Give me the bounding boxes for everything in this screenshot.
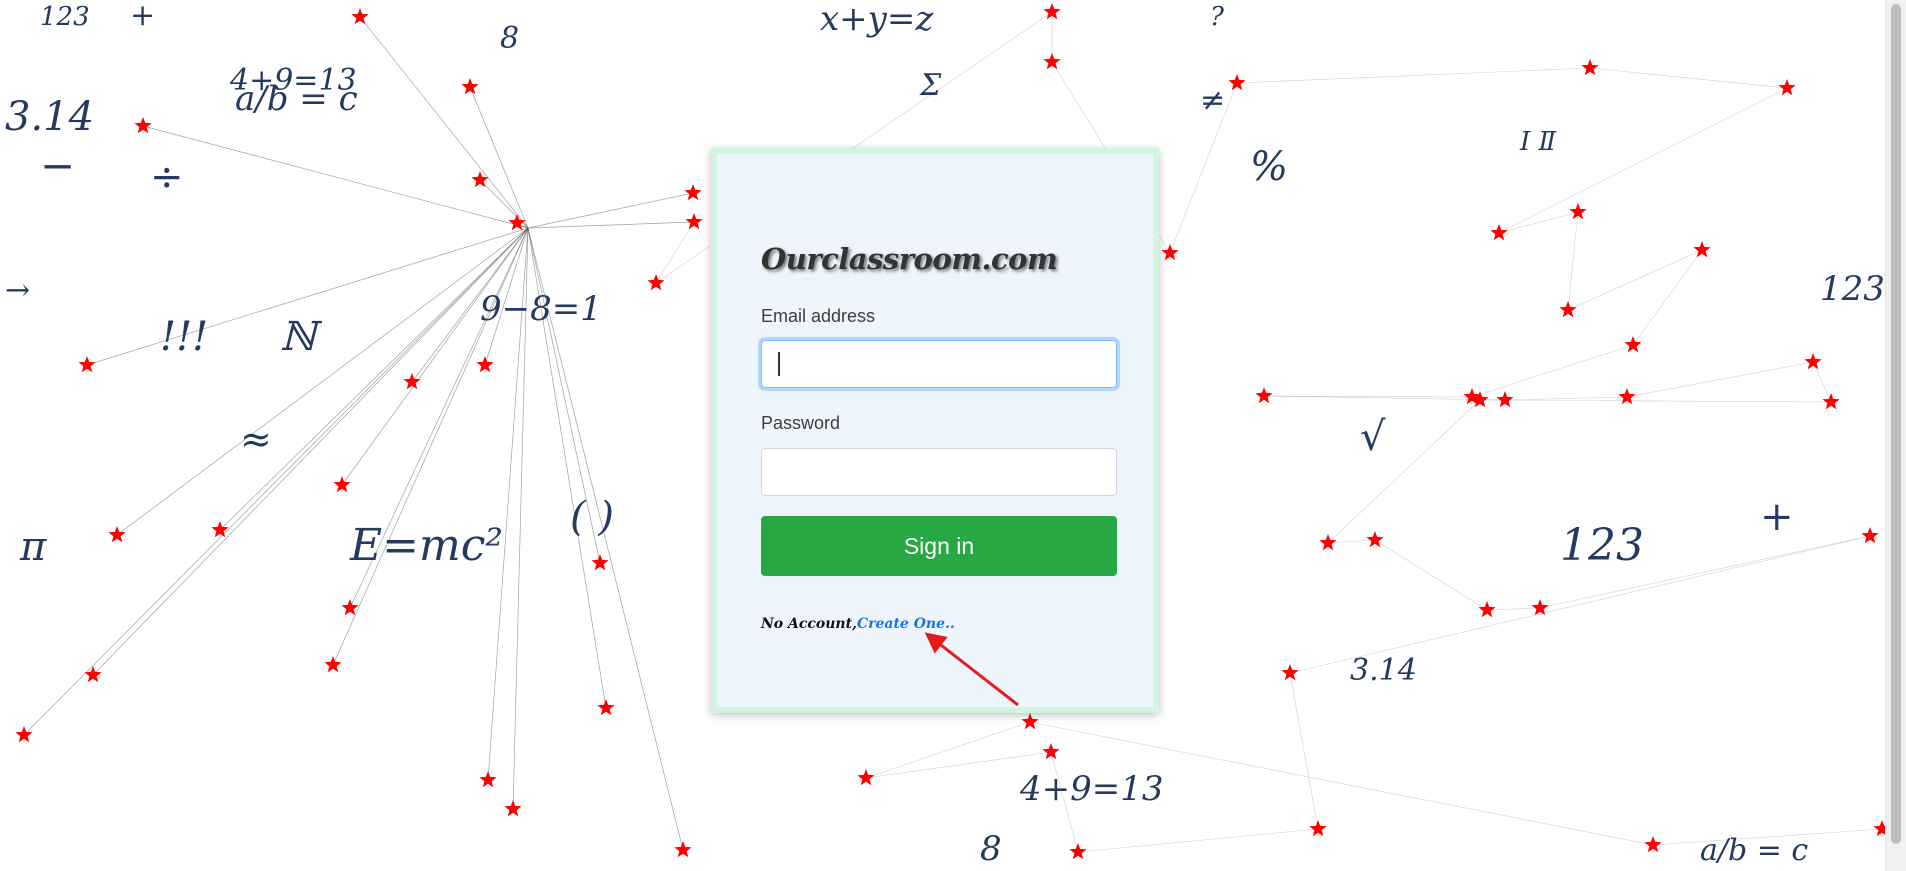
- red-star-icon: [1478, 601, 1496, 618]
- math-doodle: −: [40, 141, 75, 190]
- signup-prompt: No Account,Create One..: [761, 616, 955, 632]
- math-doodle: 3.14: [1350, 653, 1417, 688]
- math-doodle: 9−8=1: [480, 289, 602, 329]
- math-doodle: ÷: [150, 154, 184, 200]
- red-star-icon: [351, 8, 369, 25]
- red-star-icon: [1281, 664, 1299, 681]
- red-star-icon: [1042, 743, 1060, 760]
- math-doodle: 123: [40, 2, 90, 32]
- red-star-icon: [403, 373, 421, 390]
- math-doodle: ?: [1210, 2, 1225, 32]
- red-star-icon: [1822, 393, 1840, 410]
- math-doodle: Σ: [919, 68, 942, 103]
- red-star-icon: [1861, 527, 1879, 544]
- math-doodle: ≠: [1200, 83, 1225, 118]
- math-doodle: !!!: [160, 314, 208, 360]
- math-doodle: ( ): [570, 494, 614, 540]
- red-star-icon: [15, 726, 33, 743]
- red-star-icon: [108, 526, 126, 543]
- math-doodle: 123: [1820, 269, 1885, 309]
- red-star-icon: [1531, 599, 1549, 616]
- red-star-icon: [1309, 820, 1327, 837]
- math-doodle: 4+9=13: [229, 63, 357, 98]
- red-star-icon: [1228, 74, 1246, 91]
- password-label: Password: [761, 413, 841, 433]
- math-doodle: Ⅰ Ⅱ: [1519, 127, 1558, 157]
- red-star-icon: [1569, 203, 1587, 220]
- math-doodle: 123: [1560, 520, 1644, 571]
- red-star-icon: [1559, 301, 1577, 318]
- red-star-icon: [1693, 241, 1711, 258]
- red-star-icon: [333, 476, 351, 493]
- red-star-icon: [476, 356, 494, 373]
- red-star-icon: [211, 521, 229, 538]
- create-account-link[interactable]: Create One..: [857, 616, 955, 632]
- brand-title: Ourclassroom.com: [761, 242, 1058, 276]
- math-doodle: 8: [980, 829, 1002, 869]
- math-doodle: →: [5, 273, 30, 308]
- red-star-icon: [1490, 224, 1508, 241]
- vertical-scrollbar[interactable]: [1885, 0, 1906, 871]
- math-doodle: ≈: [240, 417, 272, 461]
- red-star-icon: [1161, 244, 1179, 261]
- red-star-icon: [857, 769, 875, 786]
- scrollbar-thumb[interactable]: [1891, 4, 1901, 844]
- math-doodle: a/b = c: [1700, 833, 1808, 868]
- red-star-icon: [78, 356, 96, 373]
- math-doodle: 4+9=13: [1019, 769, 1164, 809]
- math-doodle: +: [130, 0, 155, 33]
- red-star-icon: [461, 78, 479, 95]
- math-doodle: E=mc²: [349, 520, 503, 571]
- password-field[interactable]: [761, 448, 1117, 496]
- math-doodle: +: [1760, 494, 1794, 540]
- red-star-icon: [674, 841, 692, 858]
- red-star-icon: [1778, 79, 1796, 96]
- red-star-icon: [685, 213, 703, 230]
- email-field[interactable]: [761, 340, 1117, 388]
- email-label: Email address: [761, 306, 876, 326]
- red-star-icon: [479, 771, 497, 788]
- math-doodle: π: [19, 524, 47, 570]
- red-star-icon: [324, 656, 342, 673]
- math-doodle: ℕ: [280, 314, 323, 360]
- red-star-icon: [1624, 336, 1642, 353]
- red-star-icon: [1021, 713, 1039, 730]
- red-star-icon: [1043, 53, 1061, 70]
- red-star-icon: [471, 171, 489, 188]
- red-star-icon: [1069, 843, 1087, 860]
- red-star-icon: [647, 274, 665, 291]
- login-card: Ourclassroom.com Email address Password …: [711, 148, 1159, 713]
- red-star-icon: [134, 117, 152, 134]
- red-star-icon: [1255, 387, 1273, 404]
- math-doodle: √: [1360, 414, 1386, 460]
- text-caret: [778, 352, 780, 376]
- red-star-icon: [1804, 353, 1822, 370]
- red-star-icon: [1319, 534, 1337, 551]
- math-doodle: 3.14: [5, 94, 94, 140]
- red-star-icon: [591, 554, 609, 571]
- red-star-icon: [684, 184, 702, 201]
- red-star-icon: [1581, 59, 1599, 76]
- no-account-text: No Account,: [761, 616, 857, 632]
- red-star-icon: [1496, 391, 1514, 408]
- math-doodle: %: [1250, 144, 1288, 190]
- red-star-icon: [1618, 388, 1636, 405]
- math-doodle: 8: [500, 21, 519, 56]
- math-doodle: x+y=z: [820, 0, 934, 39]
- red-star-icon: [597, 699, 615, 716]
- red-star-icon: [1644, 836, 1662, 853]
- red-star-icon: [1366, 531, 1384, 548]
- red-star-icon: [504, 800, 522, 817]
- sign-in-button[interactable]: Sign in: [761, 516, 1117, 576]
